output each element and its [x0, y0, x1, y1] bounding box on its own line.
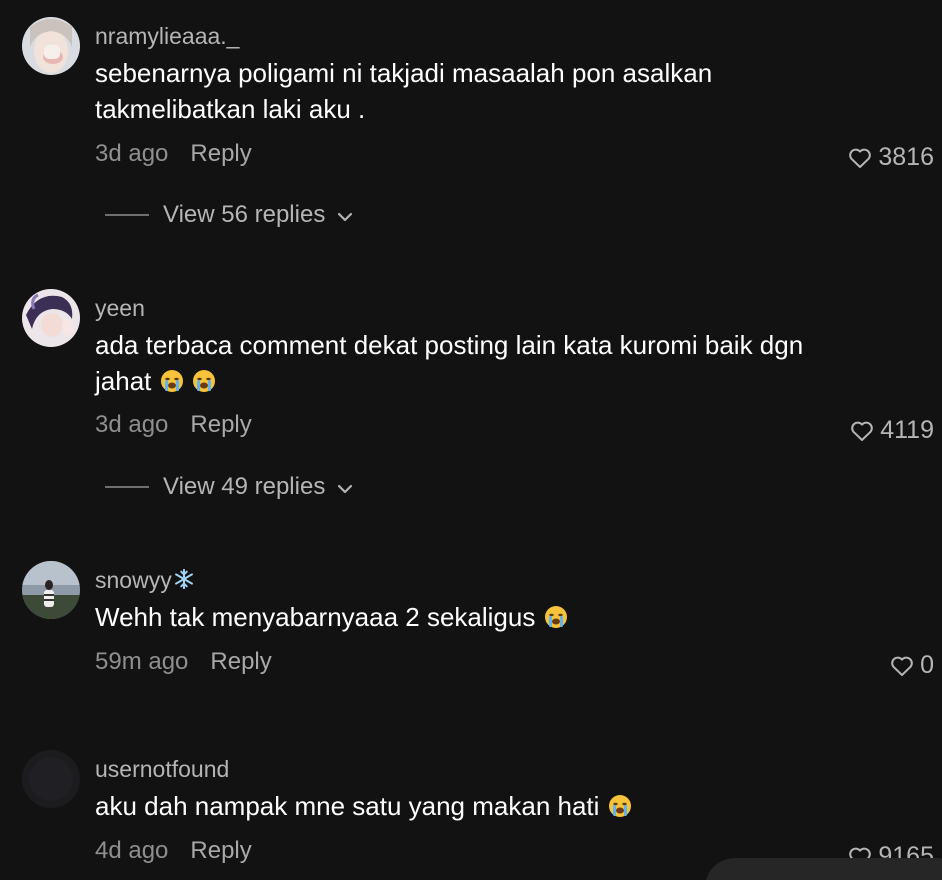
snowflake-emoji: [172, 567, 195, 593]
like-button[interactable]: 4119: [850, 416, 934, 445]
username[interactable]: nramylieaaa._: [95, 23, 239, 50]
like-count: 4119: [880, 416, 934, 444]
comment-meta: 3d ago Reply: [95, 140, 252, 168]
view-replies-label: View 56 replies: [163, 201, 326, 228]
loudly-crying-face-emoji: [535, 602, 567, 632]
divider: [105, 486, 149, 488]
timestamp: 3d ago: [95, 411, 169, 438]
avatar[interactable]: [22, 17, 80, 75]
view-replies-label: View 49 replies: [163, 473, 326, 500]
comment-text: aku dah nampak mne satu yang makan hati: [95, 788, 855, 824]
loudly-crying-face-emoji: [191, 366, 216, 396]
avatar[interactable]: [22, 289, 80, 347]
reply-button[interactable]: Reply: [190, 140, 251, 167]
heart-outline-icon: [848, 147, 872, 169]
divider: [105, 214, 149, 216]
loudly-crying-face-emoji: [159, 366, 191, 396]
comment-meta: 59m ago Reply: [95, 648, 272, 676]
avatar[interactable]: [22, 561, 80, 619]
timestamp: 4d ago: [95, 837, 169, 864]
heart-outline-icon: [890, 655, 914, 677]
reply-button[interactable]: Reply: [190, 411, 251, 438]
loudly-crying-face-emoji: [607, 791, 632, 821]
like-button[interactable]: 0: [890, 651, 934, 680]
comment-text: sebenarnya poligami ni takjadi masaalah …: [95, 58, 713, 124]
avatar[interactable]: [22, 750, 80, 808]
username[interactable]: yeen: [95, 295, 145, 322]
comment-meta: 3d ago Reply: [95, 411, 252, 439]
timestamp: 3d ago: [95, 140, 169, 167]
view-replies-button[interactable]: View 49 replies: [105, 473, 353, 501]
view-replies-button[interactable]: View 56 replies: [105, 201, 353, 229]
comment-meta: 4d ago Reply: [95, 837, 252, 865]
reply-button[interactable]: Reply: [210, 648, 271, 675]
chevron-down-icon: [337, 201, 353, 229]
comments-list: nramylieaaa._ sebenarnya poligami ni tak…: [0, 0, 942, 880]
username[interactable]: usernotfound: [95, 756, 229, 783]
like-count: 0: [920, 651, 934, 679]
reply-button[interactable]: Reply: [190, 837, 251, 864]
comment-text: ada terbaca comment dekat posting lain k…: [95, 330, 804, 396]
like-button[interactable]: 3816: [848, 143, 934, 172]
username[interactable]: snowyy: [95, 567, 195, 594]
comment-text: Wehh tak menyabarnyaaa 2 sekaligus: [95, 599, 855, 635]
chevron-down-icon: [337, 473, 353, 501]
bottom-sheet-edge: [705, 858, 942, 880]
like-count: 3816: [878, 143, 934, 171]
heart-outline-icon: [850, 420, 874, 442]
timestamp: 59m ago: [95, 648, 189, 675]
